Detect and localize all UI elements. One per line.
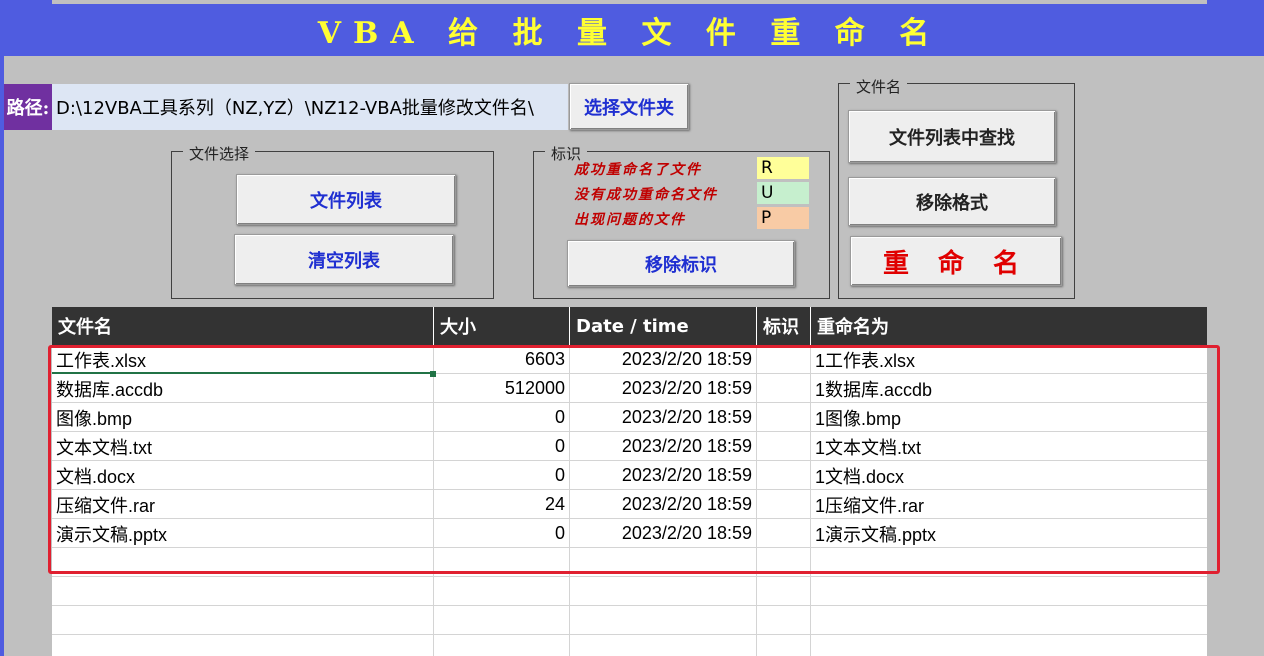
cell-datetime[interactable] [570,577,757,606]
file-select-group-label: 文件选择 [183,143,256,164]
cell-mark[interactable] [757,577,811,606]
remove-format-button[interactable]: 移除格式 [848,177,1056,226]
select-folder-button[interactable]: 选择文件夹 [569,83,689,130]
cell-rename-to[interactable]: 1文档.docx [811,461,1207,490]
header-mark[interactable]: 标识 [757,307,811,345]
cell-mark[interactable] [757,606,811,635]
table-row[interactable]: 演示文稿.pptx 0 2023/2/20 18:59 1演示文稿.pptx [52,519,1207,548]
cell-datetime[interactable] [570,548,757,577]
cell-mark[interactable] [757,490,811,519]
cell-file-name[interactable] [52,635,434,656]
cell-size[interactable] [434,606,570,635]
cell-file-name[interactable] [52,577,434,606]
legend-failed-swatch: U [757,182,809,204]
table-row[interactable] [52,548,1207,577]
title-right-strip [1207,0,1264,56]
cell-datetime[interactable]: 2023/2/20 18:59 [570,432,757,461]
cell-size[interactable] [434,577,570,606]
rename-button[interactable]: 重 命 名 [850,236,1062,286]
cell-rename-to[interactable]: 1工作表.xlsx [811,345,1207,374]
cell-rename-to[interactable]: 1图像.bmp [811,403,1207,432]
title-left-strip [0,0,52,56]
path-label: 路径: [4,84,52,130]
cell-rename-to[interactable] [811,606,1207,635]
cell-size[interactable]: 0 [434,403,570,432]
fill-handle[interactable] [430,371,436,377]
cell-size[interactable]: 0 [434,461,570,490]
cell-datetime[interactable] [570,635,757,656]
table-header: 文件名 大小 Date / time 标识 重命名为 [52,307,1207,345]
cell-size[interactable]: 0 [434,432,570,461]
legend-success-swatch: R [757,157,809,179]
cell-size[interactable] [434,548,570,577]
cell-rename-to[interactable]: 1压缩文件.rar [811,490,1207,519]
find-in-list-button[interactable]: 文件列表中查找 [848,110,1056,163]
cell-file-name[interactable]: 工作表.xlsx [52,345,434,374]
cell-file-name[interactable]: 压缩文件.rar [52,490,434,519]
cell-datetime[interactable]: 2023/2/20 18:59 [570,461,757,490]
table-row[interactable] [52,577,1207,606]
cell-datetime[interactable]: 2023/2/20 18:59 [570,345,757,374]
cell-datetime[interactable]: 2023/2/20 18:59 [570,403,757,432]
cell-size[interactable]: 0 [434,519,570,548]
cell-size[interactable]: 512000 [434,374,570,403]
cell-datetime[interactable]: 2023/2/20 18:59 [570,490,757,519]
header-size[interactable]: 大小 [434,307,570,345]
cell-rename-to[interactable] [811,635,1207,656]
table-row[interactable]: 图像.bmp 0 2023/2/20 18:59 1图像.bmp [52,403,1207,432]
table-row[interactable]: 数据库.accdb 512000 2023/2/20 18:59 1数据库.accdb [52,374,1207,403]
table-row[interactable] [52,635,1207,656]
legend-problem-swatch: P [757,207,809,229]
cell-file-name[interactable]: 文本文档.txt [52,432,434,461]
file-list-button[interactable]: 文件列表 [236,174,456,225]
header-rename-to[interactable]: 重命名为 [811,307,1207,345]
cell-datetime[interactable]: 2023/2/20 18:59 [570,374,757,403]
cell-file-name[interactable]: 数据库.accdb [52,374,434,403]
clear-list-button[interactable]: 清空列表 [234,234,454,285]
cell-mark[interactable] [757,432,811,461]
cell-mark[interactable] [757,403,811,432]
cell-rename-to[interactable] [811,548,1207,577]
header-datetime[interactable]: Date / time [570,307,757,345]
file-name-group-label: 文件名 [850,76,908,97]
page-title: VBA 给 批 量 文 件 重 命 名 [52,4,1207,56]
cell-size[interactable]: 24 [434,490,570,519]
cell-mark[interactable] [757,635,811,656]
table-row[interactable]: 文档.docx 0 2023/2/20 18:59 1文档.docx [52,461,1207,490]
table-row[interactable]: 文本文档.txt 0 2023/2/20 18:59 1文本文档.txt [52,432,1207,461]
path-input[interactable]: D:\12VBA工具系列（NZ,YZ）\NZ12-VBA批量修改文件名\ [52,84,568,130]
cell-mark[interactable] [757,374,811,403]
cell-mark[interactable] [757,345,811,374]
cell-rename-to[interactable]: 1文本文档.txt [811,432,1207,461]
table-row[interactable] [52,606,1207,635]
cell-file-name[interactable]: 文档.docx [52,461,434,490]
cell-size[interactable] [434,635,570,656]
cell-size[interactable]: 6603 [434,345,570,374]
table-row[interactable]: 压缩文件.rar 24 2023/2/20 18:59 1压缩文件.rar [52,490,1207,519]
cell-mark[interactable] [757,461,811,490]
remove-mark-button[interactable]: 移除标识 [567,240,795,287]
header-file-name[interactable]: 文件名 [52,307,434,345]
file-table: 文件名 大小 Date / time 标识 重命名为 工作表.xlsx 6603 2… [52,307,1207,656]
cell-datetime[interactable]: 2023/2/20 18:59 [570,519,757,548]
cell-file-name[interactable]: 图像.bmp [52,403,434,432]
cell-rename-to[interactable]: 1演示文稿.pptx [811,519,1207,548]
cell-rename-to[interactable]: 1数据库.accdb [811,374,1207,403]
cell-file-name[interactable] [52,548,434,577]
cell-file-name[interactable] [52,606,434,635]
cell-mark[interactable] [757,548,811,577]
legend-problem-label: 出现问题的文件 [574,212,686,228]
cell-mark[interactable] [757,519,811,548]
cell-datetime[interactable] [570,606,757,635]
table-row[interactable]: 工作表.xlsx 6603 2023/2/20 18:59 1工作表.xlsx [52,345,1207,374]
legend-failed-label: 没有成功重命名文件 [574,187,718,203]
cell-file-name[interactable]: 演示文稿.pptx [52,519,434,548]
cell-rename-to[interactable] [811,577,1207,606]
legend-success-label: 成功重命名了文件 [574,162,702,178]
